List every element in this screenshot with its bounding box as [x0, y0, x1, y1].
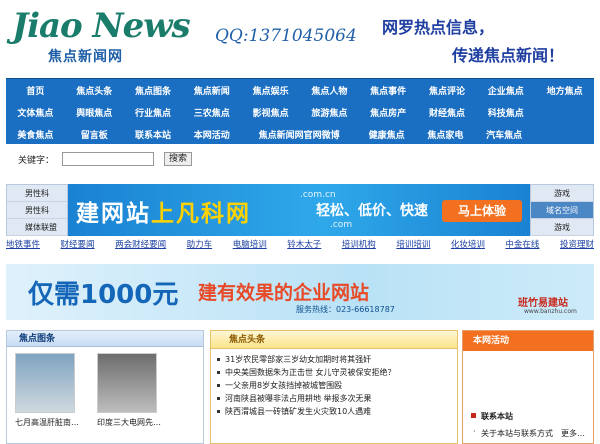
ad-side-right: 游戏 域名空间 游戏 — [530, 184, 594, 236]
nav-item[interactable]: 健康焦点 — [357, 128, 416, 141]
text-link[interactable]: 培训机构 — [342, 238, 376, 252]
nav-item-contact[interactable]: 联系本站 — [124, 128, 183, 141]
search-bar: 关键字： 搜索 — [6, 147, 594, 171]
news-item[interactable]: 中央美国数据朱为正击世 女儿守灵被保安拒绝？ — [217, 366, 457, 379]
ad-headline: 建网站上凡科网 — [76, 194, 251, 228]
nav-row-2: 文体焦点 舆眼焦点 行业焦点 三农焦点 影视焦点 旅游焦点 焦点房产 财经焦点 … — [6, 101, 594, 123]
text-link[interactable]: 助力车 — [187, 238, 213, 252]
banner2-title-blue: 仅需1000元 — [28, 280, 179, 310]
thumb-caption[interactable]: 七月高温肝脏南… — [15, 417, 85, 428]
banner2-hotline: 服务热线：023-66618787 — [296, 305, 395, 314]
logo-chinese-text: 焦点新闻网 — [48, 49, 123, 65]
ad-side-right-item-active[interactable]: 域名空间 — [531, 202, 593, 219]
nav-item[interactable]: 焦点事件 — [359, 84, 418, 97]
logo-english-text: Jiao News — [12, 6, 191, 46]
text-link[interactable]: 两会财经要闻 — [115, 238, 166, 252]
nav-item[interactable]: 焦点图条 — [124, 84, 183, 97]
slogan-line-1: 网罗热点信息， — [382, 18, 495, 37]
slogan-line-2: 传递焦点新闻！ — [452, 46, 565, 65]
nav-item[interactable]: 旅游焦点 — [300, 106, 359, 119]
nav-item[interactable]: 焦点新闻 — [182, 84, 241, 97]
main-nav: 首页 焦点头条 焦点图条 焦点新闻 焦点娱乐 焦点人物 焦点事件 焦点评论 企业… — [6, 78, 594, 144]
panel-activities: 本网活动 联系本站 关于本站与联系方式 更多… — [462, 330, 594, 444]
nav-row-1: 首页 焦点头条 焦点图条 焦点新闻 焦点娱乐 焦点人物 焦点事件 焦点评论 企业… — [6, 79, 594, 101]
banner2-brand-url: www.banzhu.com — [524, 308, 577, 315]
nav-item[interactable]: 三农焦点 — [182, 106, 241, 119]
thumb-image[interactable] — [97, 353, 157, 413]
panel-focus-images: 焦点图条 七月高温肝脏南… 印度三大电网先… — [6, 330, 204, 444]
contact-section-title: 联系本站 — [471, 411, 593, 422]
thumb-item[interactable]: 七月高温肝脏南… — [15, 353, 85, 428]
nav-item[interactable]: 企业焦点 — [476, 84, 535, 97]
text-link[interactable]: 中金在线 — [505, 238, 539, 252]
ad-domain-text: .com.cn — [300, 190, 336, 200]
nav-item[interactable]: 影视焦点 — [241, 106, 300, 119]
more-link[interactable]: 更多… — [561, 428, 585, 439]
thumb-item[interactable]: 印度三大电网先… — [97, 353, 167, 428]
nav-item[interactable]: 财经焦点 — [418, 106, 477, 119]
text-link[interactable]: 化妆培训 — [451, 238, 485, 252]
nav-item-weibo[interactable]: 焦点新闻网官网微博 — [241, 128, 357, 141]
banner2-title-red: 建有效果的企业网站 — [198, 282, 370, 304]
thumb-list: 七月高温肝脏南… 印度三大电网先… — [7, 347, 203, 428]
ad-headline-white: 建网站 — [76, 201, 151, 227]
ad-headline-yellow: 上凡科网 — [151, 201, 251, 227]
nav-row-3: 美食焦点 留言板 联系本站 本网活动 焦点新闻网官网微博 健康焦点 焦点家电 汽… — [6, 123, 594, 145]
link-row: 地铁事件 财经要闻 两会财经要闻 助力车 电脑培训 铃木太子 培训机构 培训培训… — [6, 238, 594, 252]
nav-item[interactable]: 汽车焦点 — [475, 128, 534, 141]
panel-title: 焦点头条 — [211, 331, 457, 349]
banner2-brand: 班竹易建站 — [518, 298, 568, 309]
nav-item[interactable]: 科技焦点 — [476, 106, 535, 119]
nav-item[interactable]: 本网活动 — [182, 128, 241, 141]
news-item[interactable]: 河南陕县被曝非法占用耕地 举报多次无果 — [217, 392, 457, 405]
nav-item[interactable]: 焦点家电 — [416, 128, 475, 141]
ad-banner-fkw[interactable]: .com.cn .com 建网站上凡科网 轻松、低价、快速 马上体验 — [68, 184, 530, 236]
nav-item-home[interactable]: 首页 — [6, 84, 65, 97]
nav-item[interactable]: 焦点房产 — [359, 106, 418, 119]
ad-domain-text: .com — [330, 220, 353, 230]
panel-title: 本网活动 — [463, 331, 593, 351]
text-link[interactable]: 财经要闻 — [61, 238, 95, 252]
search-input[interactable] — [62, 152, 155, 166]
ad-side-right-item[interactable]: 游戏 — [531, 185, 593, 202]
thumb-caption[interactable]: 印度三大电网先… — [97, 417, 167, 428]
ad-slogan: 轻松、低价、快速 — [316, 203, 428, 219]
ad-side-left-item[interactable]: 男性科 — [7, 202, 67, 219]
ad-side-left: 男性科 男性科 媒体联盟 — [6, 184, 68, 236]
text-link[interactable]: 铃木太子 — [287, 238, 321, 252]
ad-side-left-item[interactable]: 媒体联盟 — [7, 219, 67, 236]
nav-item[interactable]: 地方焦点 — [535, 84, 594, 97]
ad-banner-banzhu[interactable]: 仅需1000元 建有效果的企业网站 服务热线：023-66618787 班竹易建… — [6, 264, 594, 320]
nav-item[interactable]: 焦点头条 — [65, 84, 124, 97]
nav-item-guestbook[interactable]: 留言板 — [65, 128, 124, 141]
text-link[interactable]: 电脑培训 — [233, 238, 267, 252]
search-button[interactable]: 搜索 — [164, 152, 193, 166]
news-item[interactable]: 一父亲用8岁女孩挡掉被城管围殴 — [217, 379, 457, 392]
nav-item[interactable]: 焦点人物 — [300, 84, 359, 97]
contact-links: 联系本站 关于本站与联系方式 — [463, 351, 593, 439]
panel-headlines: 焦点头条 31岁农民零部家三岁幼女加期时将其强奸 中央美国数据朱为正击世 女儿守… — [210, 330, 458, 444]
qq-contact: QQ:1371045064 — [215, 26, 357, 46]
nav-item[interactable]: 美食焦点 — [6, 128, 65, 141]
ad-side-right-item[interactable]: 游戏 — [531, 219, 593, 236]
search-label: 关键字： — [18, 155, 55, 166]
news-item[interactable]: 31岁农民零部家三岁幼女加期时将其强奸 — [217, 353, 457, 366]
news-item[interactable]: 陕西渭城县一砖镇矿发生火灾致10人遇难 — [217, 405, 457, 418]
nav-item[interactable]: 舆眼焦点 — [65, 106, 124, 119]
nav-item[interactable]: 行业焦点 — [124, 106, 183, 119]
panel-title: 焦点图条 — [7, 331, 203, 347]
nav-item[interactable]: 焦点评论 — [418, 84, 477, 97]
thumb-image[interactable] — [15, 353, 75, 413]
text-link[interactable]: 投资理财 — [560, 238, 594, 252]
ad-cta-button[interactable]: 马上体验 — [442, 200, 522, 222]
news-list: 31岁农民零部家三岁幼女加期时将其强奸 中央美国数据朱为正击世 女儿守灵被保安拒… — [211, 349, 457, 418]
text-link[interactable]: 地铁事件 — [6, 238, 40, 252]
ad-side-left-item[interactable]: 男性科 — [7, 185, 67, 202]
site-logo[interactable]: Jiao News 焦点新闻网 — [12, 4, 192, 70]
site-header: Jiao News 焦点新闻网 QQ:1371045064 网罗热点信息， 传递… — [0, 0, 600, 74]
nav-item[interactable]: 文体焦点 — [6, 106, 65, 119]
nav-item[interactable]: 焦点娱乐 — [241, 84, 300, 97]
text-link[interactable]: 培训培训 — [396, 238, 430, 252]
